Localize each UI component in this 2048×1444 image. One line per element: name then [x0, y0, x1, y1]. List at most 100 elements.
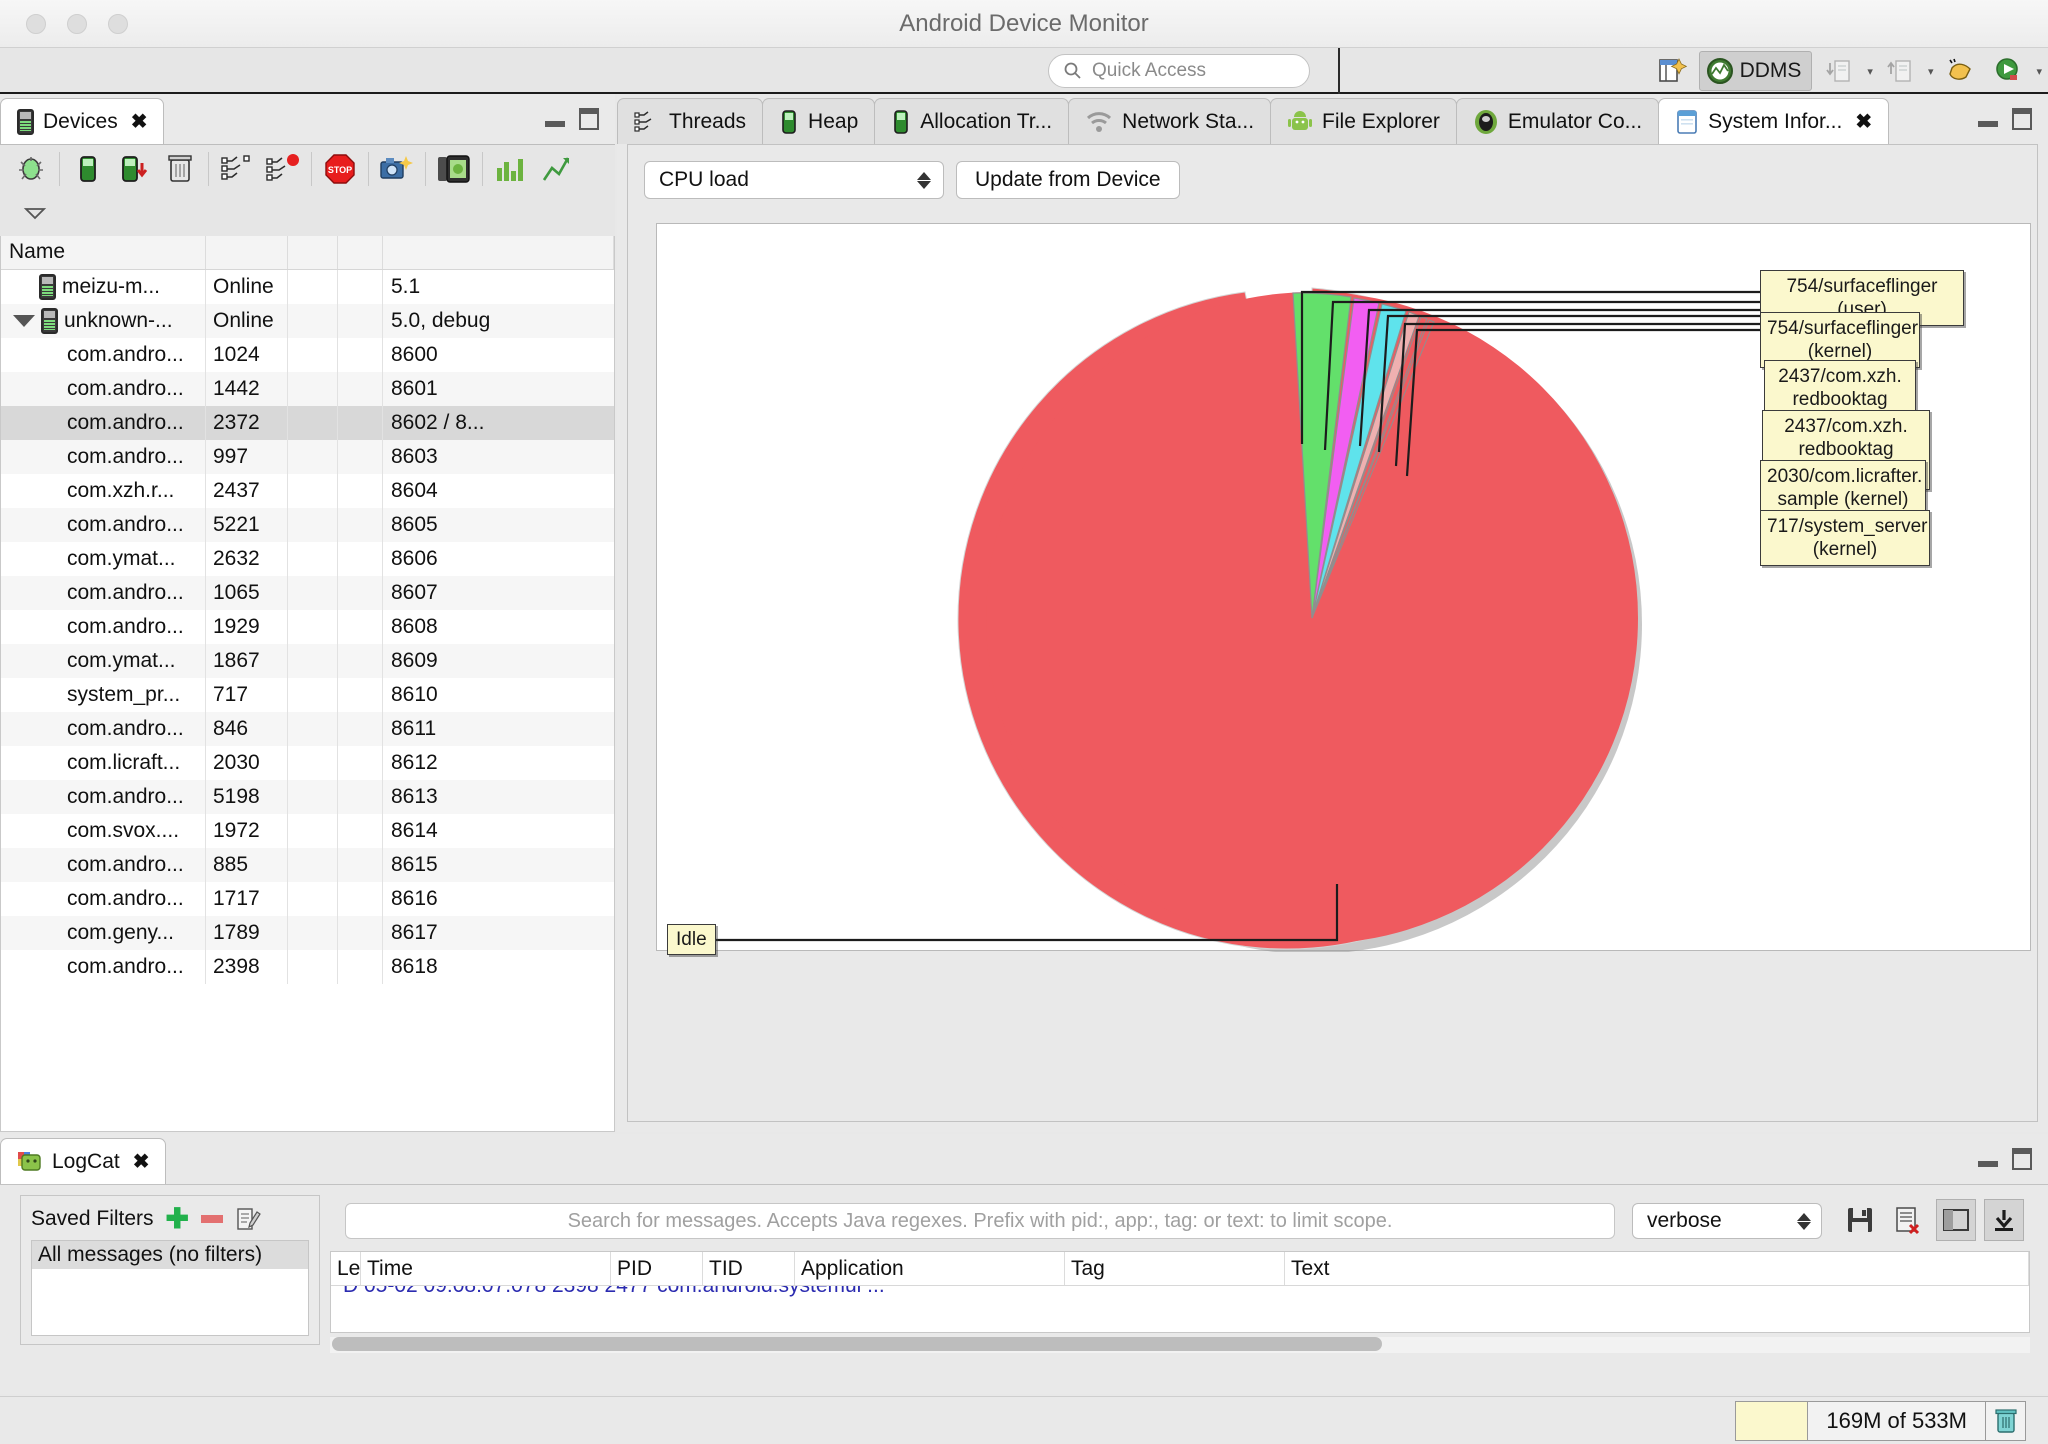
tab-logcat[interactable]: LogCat ✖ — [0, 1138, 167, 1184]
table-row[interactable]: com.ymat... 1867 8609 — [1, 644, 614, 678]
logcat-table[interactable]: Le Time PID TID Application Tag Text D 0… — [330, 1251, 2030, 1333]
table-row[interactable]: com.andro... 5198 8613 — [1, 780, 614, 814]
table-row[interactable]: com.andro... 1024 8600 — [1, 338, 614, 372]
table-row[interactable]: meizu-m... Online 5.1 — [1, 270, 614, 304]
table-row[interactable]: com.andro... 1929 8608 — [1, 610, 614, 644]
export-dropdown-arrow[interactable]: ▾ — [1928, 65, 1934, 78]
log-level-select[interactable]: verbose — [1632, 1203, 1822, 1239]
minimize-icon[interactable] — [1978, 1161, 1998, 1167]
new-perspective-button[interactable] — [1651, 51, 1693, 91]
table-row[interactable]: com.andro... 2398 8618 — [1, 950, 614, 984]
logcat-search-input[interactable]: Search for messages. Accepts Java regexe… — [345, 1203, 1615, 1239]
heap-update-button[interactable] — [65, 146, 111, 192]
tab-heap[interactable]: Heap — [762, 98, 876, 144]
column-header-tag[interactable]: Tag — [1065, 1252, 1285, 1285]
import-dropdown-arrow[interactable]: ▾ — [1867, 65, 1873, 78]
heap-dump-button[interactable] — [111, 146, 157, 192]
debug-process-button[interactable] — [8, 146, 54, 192]
logcat-row-partial[interactable]: D 05-02 09:08:07.078 2398 2477 com.andro… — [331, 1286, 2029, 1304]
table-row[interactable]: system_pr... 717 8610 — [1, 678, 614, 712]
tab-emulator-co[interactable]: Emulator Co... — [1455, 98, 1660, 144]
column-header-5[interactable] — [383, 236, 614, 269]
logcat-horizontal-scrollbar[interactable] — [330, 1337, 2030, 1353]
maximize-icon[interactable] — [2012, 1148, 2032, 1170]
table-row[interactable]: com.andro... 1442 8601 — [1, 372, 614, 406]
table-row[interactable]: com.andro... 1717 8616 — [1, 882, 614, 916]
screen-capture-button[interactable] — [374, 146, 420, 192]
devices-table[interactable]: Name meizu-m... Online 5.1 unknown-... Onlin… — [0, 236, 615, 1132]
tab-devices[interactable]: Devices ✖ — [0, 98, 165, 144]
import-button[interactable] — [1818, 51, 1860, 91]
column-header-time[interactable]: Time — [361, 1252, 611, 1285]
ddms-perspective-button[interactable]: DDMS — [1698, 51, 1813, 91]
minimize-icon[interactable] — [1978, 121, 1998, 127]
view-menu-button[interactable] — [0, 193, 615, 233]
minimize-icon[interactable] — [545, 121, 565, 127]
column-header-name[interactable]: Name — [1, 236, 206, 269]
systrace-button[interactable] — [488, 146, 534, 192]
debug-button[interactable] — [1939, 51, 1981, 91]
column-header-tid[interactable]: TID — [703, 1252, 795, 1285]
table-row[interactable]: com.xzh.r... 2437 8604 — [1, 474, 614, 508]
cell-name: com.ymat... — [1, 644, 206, 678]
column-header-4[interactable] — [338, 236, 383, 269]
saved-filters-list[interactable]: All messages (no filters) — [31, 1240, 309, 1336]
table-row[interactable]: unknown-... Online 5.0, debug — [1, 304, 614, 338]
run-button[interactable] — [1987, 51, 2029, 91]
expand-triangle-icon[interactable] — [13, 315, 35, 327]
table-row[interactable]: com.geny... 1789 8617 — [1, 916, 614, 950]
table-row[interactable]: com.andro... 846 8611 — [1, 712, 614, 746]
close-icon[interactable]: ✖ — [133, 1149, 150, 1174]
add-filter-icon[interactable]: ✚ — [166, 1205, 189, 1233]
export-button[interactable] — [1879, 51, 1921, 91]
quick-access-input[interactable]: Quick Access — [1048, 54, 1310, 88]
metric-select[interactable]: CPU load — [644, 161, 944, 199]
tab-system-infor[interactable]: System Infor... ✖ — [1658, 98, 1890, 144]
edit-filter-icon[interactable] — [235, 1206, 261, 1232]
table-row[interactable]: com.andro... 885 8615 — [1, 848, 614, 882]
maximize-icon[interactable] — [2012, 108, 2032, 130]
column-header-application[interactable]: Application — [795, 1252, 1065, 1285]
tab-allocation-tr[interactable]: Allocation Tr... — [874, 98, 1070, 144]
cell-blank-2 — [338, 610, 383, 644]
run-dropdown-arrow[interactable]: ▾ — [2036, 65, 2042, 78]
table-row[interactable]: com.andro... 5221 8605 — [1, 508, 614, 542]
list-item[interactable]: All messages (no filters) — [32, 1241, 308, 1269]
heap-status-widget[interactable]: 169M of 533M — [1735, 1401, 2026, 1441]
update-from-device-button[interactable]: Update from Device — [956, 161, 1180, 199]
maximize-icon[interactable] — [579, 108, 599, 130]
display-saved-filters-button[interactable] — [1936, 1199, 1976, 1241]
table-row[interactable]: com.andro... 1065 8607 — [1, 576, 614, 610]
table-row[interactable]: com.andro... 997 8603 — [1, 440, 614, 474]
monitor-button[interactable] — [534, 146, 580, 192]
close-icon[interactable]: ✖ — [131, 109, 148, 134]
stop-process-button[interactable]: STOP — [317, 146, 363, 192]
tab-threads[interactable]: Threads — [617, 98, 764, 144]
tab-network-sta[interactable]: Network Sta... — [1068, 98, 1272, 144]
method-profiling-button[interactable] — [260, 146, 306, 192]
cell-name-label: com.svox.... — [67, 819, 180, 842]
column-header-pid[interactable]: PID — [611, 1252, 703, 1285]
table-row[interactable]: com.svox.... 1972 8614 — [1, 814, 614, 848]
tab-file-explorer[interactable]: File Explorer — [1270, 98, 1457, 144]
column-header-text[interactable]: Text — [1285, 1252, 2029, 1285]
column-header-3[interactable] — [288, 236, 338, 269]
threads-update-button[interactable] — [214, 146, 260, 192]
save-log-button[interactable] — [1840, 1199, 1880, 1241]
scrollbar-thumb[interactable] — [332, 1337, 1382, 1351]
gc-button[interactable] — [157, 146, 203, 192]
column-header-level[interactable]: Le — [331, 1252, 361, 1285]
close-icon[interactable]: ✖ — [1855, 109, 1872, 134]
table-row[interactable]: com.andro... 2372 8602 / 8... — [1, 406, 614, 440]
table-row[interactable]: com.ymat... 2632 8606 — [1, 542, 614, 576]
table-row[interactable]: com.licraft... 2030 8612 — [1, 746, 614, 780]
cell-blank-2 — [338, 406, 383, 440]
scroll-lock-button[interactable] — [1984, 1199, 2024, 1241]
remove-filter-icon[interactable] — [201, 1215, 224, 1223]
dump-view-hierarchy-button[interactable] — [431, 146, 477, 192]
quick-access-placeholder: Quick Access — [1092, 60, 1207, 81]
clear-log-button[interactable] — [1888, 1199, 1928, 1241]
column-header-2[interactable] — [206, 236, 288, 269]
run-gc-button[interactable] — [1985, 1402, 2025, 1440]
cell-status-or-pid: 1867 — [206, 644, 288, 678]
